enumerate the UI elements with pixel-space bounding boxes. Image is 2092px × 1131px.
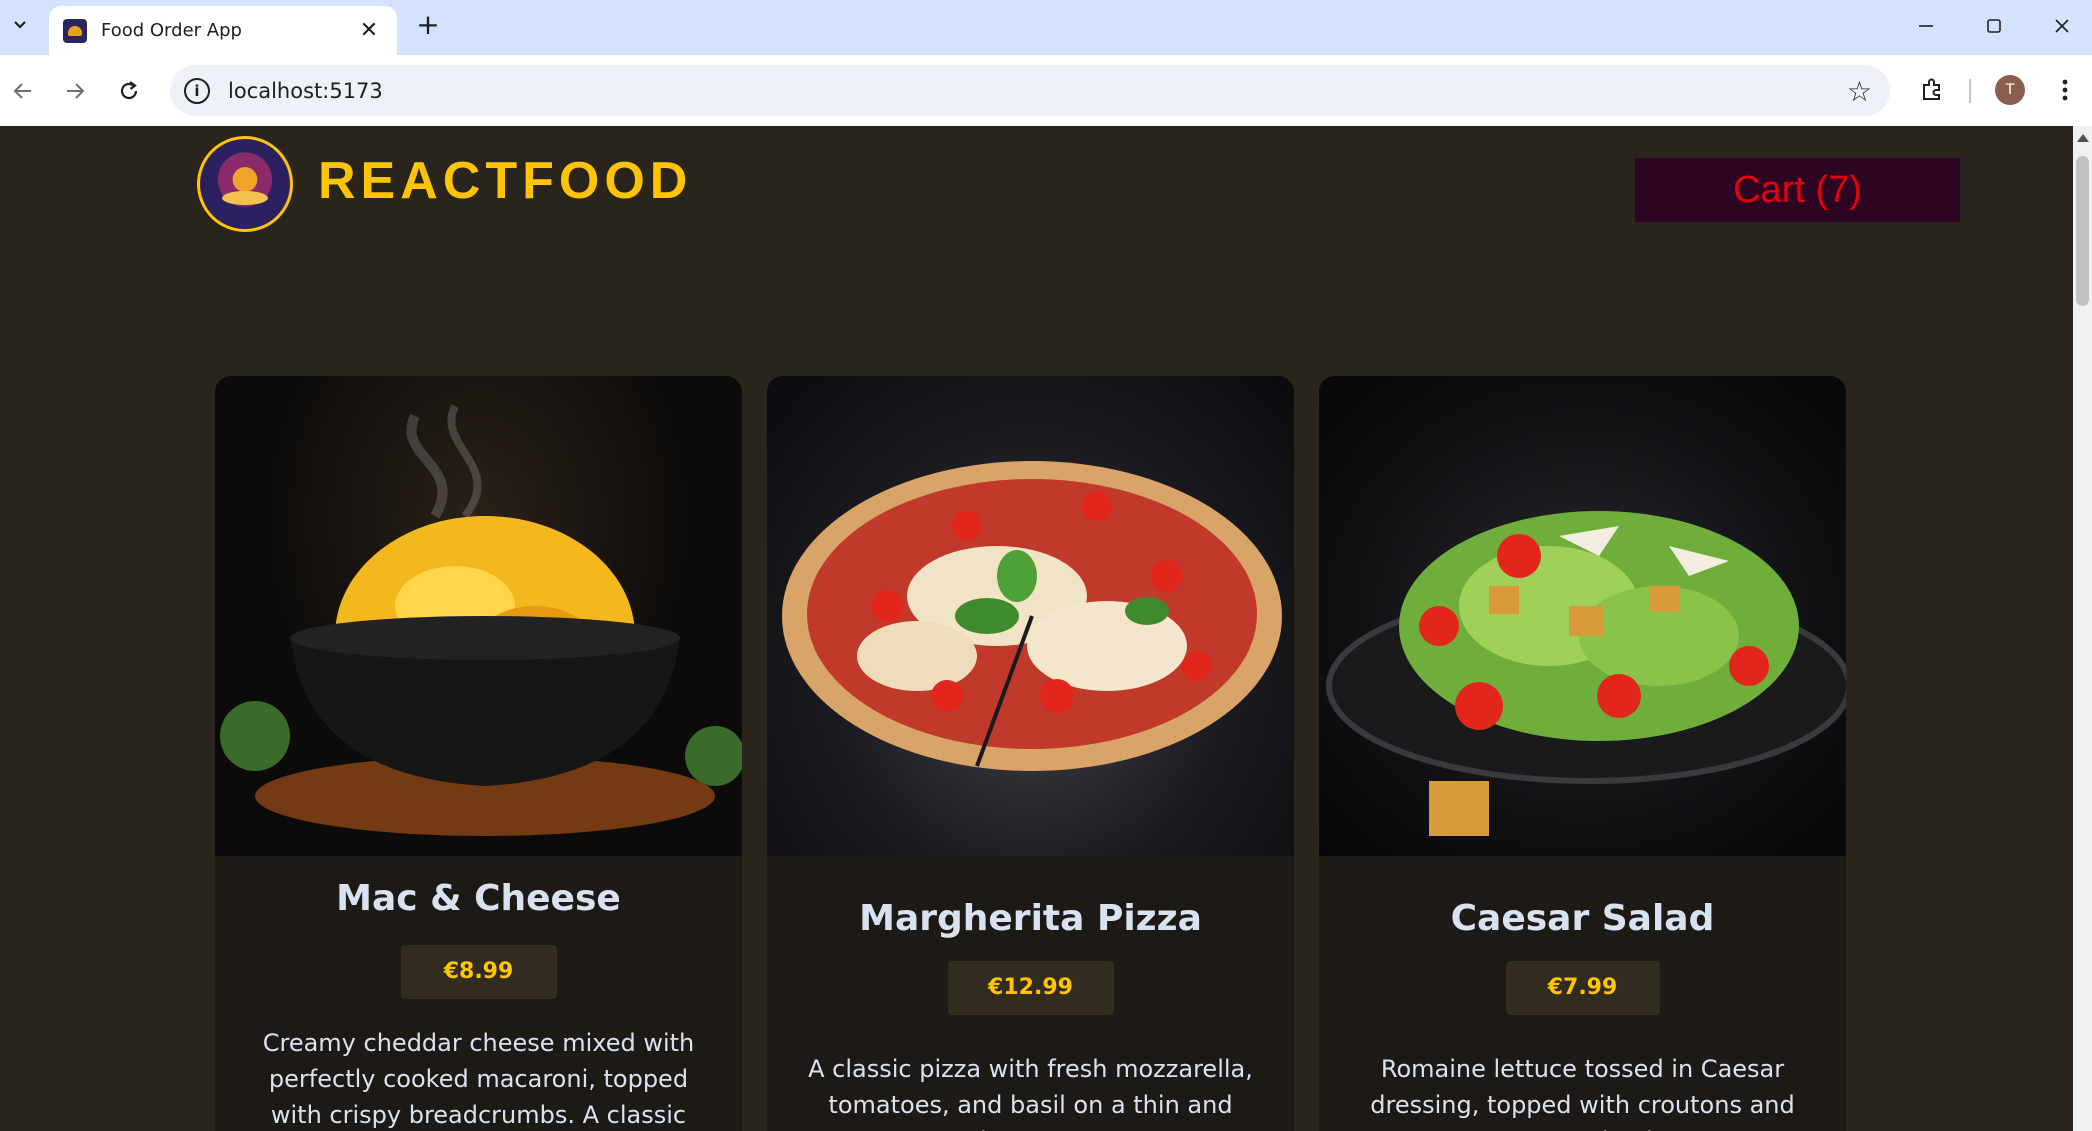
meal-item: Mac & Cheese €8.99 Creamy cheddar cheese… (215, 376, 742, 1131)
tab-search-chevron-icon[interactable] (4, 8, 36, 40)
address-bar[interactable]: i localhost:5173 ☆ (170, 65, 1890, 116)
meal-price: €12.99 (947, 961, 1114, 1015)
meal-image-caesar-salad (1319, 376, 1846, 856)
logo-image (197, 136, 293, 232)
new-tab-plus-icon[interactable]: + (412, 8, 444, 41)
bookmark-star-icon[interactable]: ☆ (1847, 75, 1872, 108)
meal-price: €8.99 (400, 945, 557, 999)
page-viewport: REACTFOOD Cart (7) Mac & Cheese €8.99 Cr… (0, 126, 2092, 1131)
meal-price: €7.99 (1505, 961, 1660, 1015)
meal-name: Margherita Pizza (859, 898, 1202, 939)
reload-icon[interactable] (110, 72, 148, 110)
browser-toolbar: i localhost:5173 ☆ T (0, 55, 2092, 126)
browser-tab-strip: Food Order App ✕ + (0, 0, 2092, 55)
toolbar-divider (1969, 79, 1971, 103)
profile-avatar[interactable]: T (1995, 75, 2025, 105)
meal-description: Romaine lettuce tossed in Caesar dressin… (1370, 1055, 1795, 1131)
meal-description: A classic pizza with fresh mozzarella, t… (808, 1055, 1253, 1131)
meal-item: Caesar Salad €7.99 Romaine lettuce tosse… (1319, 376, 1846, 1131)
extensions-puzzle-icon[interactable] (1912, 70, 1952, 110)
tab-title: Food Order App (101, 20, 242, 41)
cart-button[interactable]: Cart (7) (1635, 158, 1960, 222)
back-arrow-icon[interactable] (4, 72, 42, 110)
meal-item: Margherita Pizza €12.99 A classic pizza … (767, 376, 1294, 1131)
page-scrollbar[interactable] (2073, 126, 2092, 1131)
browser-tab[interactable]: Food Order App ✕ (49, 6, 397, 55)
close-window-icon[interactable] (2030, 6, 2092, 46)
more-menu-icon[interactable] (2045, 70, 2085, 110)
maximize-icon[interactable] (1962, 6, 2026, 46)
favicon-icon (63, 18, 87, 43)
meal-name: Caesar Salad (1450, 898, 1715, 939)
logo-title: REACTFOOD (318, 152, 693, 210)
meal-image-mac-and-cheese (215, 376, 742, 856)
minimize-icon[interactable] (1894, 6, 1958, 46)
scroll-up-arrow-icon[interactable] (2077, 134, 2089, 142)
forward-arrow-icon[interactable] (56, 72, 94, 110)
main-header: REACTFOOD Cart (7) (0, 126, 2073, 246)
site-info-icon[interactable]: i (184, 77, 210, 104)
url-text[interactable]: localhost:5173 (228, 79, 383, 103)
tab-close-icon[interactable]: ✕ (355, 18, 383, 43)
meal-name: Mac & Cheese (336, 878, 621, 919)
scroll-thumb[interactable] (2076, 156, 2089, 306)
meal-image-margherita-pizza (767, 376, 1294, 856)
meal-description: Creamy cheddar cheese mixed with perfect… (262, 1029, 695, 1129)
